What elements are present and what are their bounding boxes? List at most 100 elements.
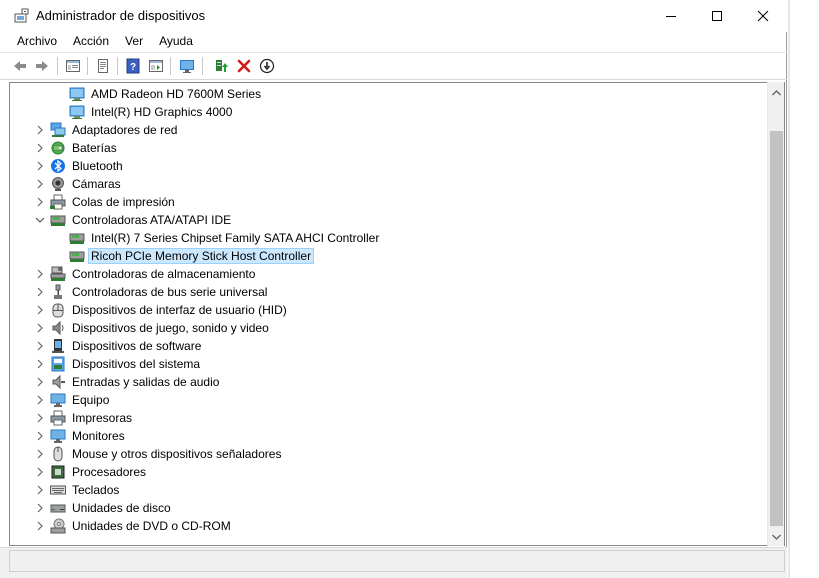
help-icon: ? — [126, 58, 140, 74]
properties-button[interactable] — [63, 56, 83, 76]
tree-item-label: Colas de impresión — [72, 195, 175, 209]
tree-device[interactable]: Ricoh PCIe Memory Stick Host Controller — [10, 247, 765, 265]
menu-ayuda[interactable]: Ayuda — [151, 32, 201, 52]
tree-item-label: Entradas y salidas de audio — [72, 375, 220, 389]
toolbar-separator — [117, 57, 118, 75]
tree-category[interactable]: Unidades de disco — [10, 499, 765, 517]
chevron-right-icon[interactable] — [34, 520, 46, 532]
disable-icon — [259, 58, 275, 74]
tree-category[interactable]: Adaptadores de red — [10, 121, 765, 139]
tree-item-label: Equipo — [72, 393, 110, 407]
scan-hardware-button[interactable] — [177, 56, 197, 76]
tree-item-label: AMD Radeon HD 7600M Series — [91, 87, 262, 101]
scroll-up-button[interactable] — [768, 84, 785, 101]
tree-category[interactable]: Monitores — [10, 427, 765, 445]
tree-category[interactable]: Impresoras — [10, 409, 765, 427]
chevron-up-icon — [772, 89, 781, 95]
chevron-right-icon[interactable] — [34, 448, 46, 460]
tree-device[interactable]: AMD Radeon HD 7600M Series — [10, 85, 765, 103]
tree-category[interactable]: Equipo — [10, 391, 765, 409]
camera-icon — [52, 177, 64, 191]
tree-category[interactable]: Dispositivos del sistema — [10, 355, 765, 373]
back-button[interactable] — [10, 56, 30, 76]
uninstall-icon — [237, 59, 251, 73]
tree-category[interactable]: Unidades de DVD o CD-ROM — [10, 517, 765, 535]
tree-category[interactable]: Dispositivos de software — [10, 337, 765, 355]
tree-item-label: Dispositivos del sistema — [72, 357, 201, 371]
tree-item-label: Intel(R) HD Graphics 4000 — [91, 105, 233, 119]
chevron-right-icon[interactable] — [34, 178, 46, 190]
chevron-right-icon[interactable] — [34, 376, 46, 388]
chevron-right-icon[interactable] — [34, 430, 46, 442]
tree-item-label: Dispositivos de juego, sonido y video — [72, 321, 269, 335]
tree-item-label: Unidades de DVD o CD-ROM — [72, 519, 231, 533]
minimize-button[interactable] — [648, 0, 694, 32]
chevron-right-icon[interactable] — [34, 412, 46, 424]
tree-category[interactable]: Dispositivos de juego, sonido y video — [10, 319, 765, 337]
chevron-right-icon[interactable] — [34, 304, 46, 316]
tree-item-label: Procesadores — [72, 465, 147, 479]
update-driver-button[interactable] — [212, 56, 232, 76]
chevron-right-icon[interactable] — [34, 466, 46, 478]
scrollbar-thumb[interactable] — [770, 131, 783, 526]
tree-category[interactable]: Baterías — [10, 139, 765, 157]
menu-ver[interactable]: Ver — [117, 32, 151, 52]
menu-archivo[interactable]: Archivo — [9, 32, 65, 52]
tree-device[interactable]: Intel(R) HD Graphics 4000 — [10, 103, 765, 121]
view-button[interactable] — [146, 56, 166, 76]
tree-item-label: Controladoras de almacenamiento — [72, 267, 256, 281]
chevron-right-icon[interactable] — [34, 502, 46, 514]
tree-category[interactable]: Cámaras — [10, 175, 765, 193]
tree-category[interactable]: Mouse y otros dispositivos señaladores — [10, 445, 765, 463]
chevron-right-icon[interactable] — [34, 124, 46, 136]
title-bar[interactable]: Administrador de dispositivos — [0, 0, 787, 32]
status-field — [9, 550, 785, 572]
help-button[interactable]: ? — [123, 56, 143, 76]
close-button[interactable] — [740, 0, 786, 32]
close-icon — [757, 10, 769, 22]
show-hidden-button[interactable] — [93, 56, 113, 76]
chevron-right-icon[interactable] — [34, 340, 46, 352]
ide-controller-icon — [69, 251, 85, 262]
chevron-down-icon[interactable] — [34, 214, 46, 226]
tree-category[interactable]: Controladoras de almacenamiento — [10, 265, 765, 283]
tree-category[interactable]: Procesadores — [10, 463, 765, 481]
tree-category[interactable]: Controladoras ATA/ATAPI IDE — [10, 211, 765, 229]
tree-item-label: Controladoras de bus serie universal — [72, 285, 268, 299]
vertical-scrollbar[interactable] — [767, 82, 784, 546]
chevron-right-icon[interactable] — [34, 142, 46, 154]
disk-drive-icon — [50, 504, 66, 513]
tree-category[interactable]: Controladoras de bus serie universal — [10, 283, 765, 301]
tree-category[interactable]: Dispositivos de interfaz de usuario (HID… — [10, 301, 765, 319]
tree-category[interactable]: Bluetooth — [10, 157, 765, 175]
chevron-right-icon[interactable] — [34, 268, 46, 280]
ide-controller-icon — [50, 215, 66, 226]
tree-category[interactable]: Entradas y salidas de audio — [10, 373, 765, 391]
tree-item-label: Baterías — [72, 141, 117, 155]
processor-icon — [51, 465, 65, 479]
tree-item-label: Intel(R) 7 Series Chipset Family SATA AH… — [91, 231, 380, 245]
chevron-right-icon[interactable] — [34, 394, 46, 406]
scroll-down-button[interactable] — [768, 528, 785, 545]
tree-category[interactable]: Colas de impresión — [10, 193, 765, 211]
chevron-right-icon[interactable] — [34, 196, 46, 208]
tree-device[interactable]: Intel(R) 7 Series Chipset Family SATA AH… — [10, 229, 765, 247]
display-adapter-icon — [69, 105, 85, 119]
disable-button[interactable] — [257, 56, 277, 76]
monitor-icon — [50, 429, 66, 443]
tree-category[interactable]: Teclados — [10, 481, 765, 499]
chevron-right-icon[interactable] — [34, 286, 46, 298]
forward-button[interactable] — [32, 56, 52, 76]
uninstall-button[interactable] — [234, 56, 254, 76]
speaker-icon — [52, 320, 64, 336]
toolbar-divider — [0, 52, 787, 53]
chevron-right-icon[interactable] — [34, 484, 46, 496]
device-tree[interactable]: AMD Radeon HD 7600M Series Intel(R) HD Gr… — [9, 82, 785, 546]
chevron-right-icon[interactable] — [34, 358, 46, 370]
chevron-right-icon[interactable] — [34, 322, 46, 334]
update-driver-icon — [216, 60, 228, 72]
menu-accion[interactable]: Acción — [65, 32, 117, 52]
maximize-button[interactable] — [694, 0, 740, 32]
chevron-right-icon[interactable] — [34, 160, 46, 172]
device-manager-window: Administrador de dispositivos Archivo Ac… — [0, 0, 787, 578]
